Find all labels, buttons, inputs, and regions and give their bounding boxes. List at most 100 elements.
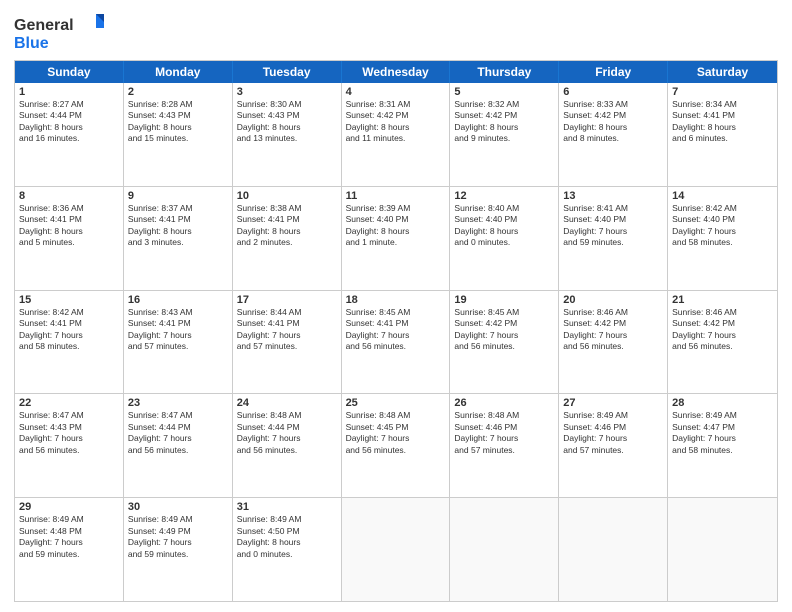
cell-line: Sunset: 4:41 PM <box>672 110 773 121</box>
cell-line: Sunrise: 8:40 AM <box>454 203 554 214</box>
day-number: 31 <box>237 501 337 513</box>
cell-line: Sunrise: 8:31 AM <box>346 99 446 110</box>
cell-line: and 58 minutes. <box>19 341 119 352</box>
cell-line: and 56 minutes. <box>128 445 228 456</box>
cell-line: Daylight: 8 hours <box>19 122 119 133</box>
cell-line: Daylight: 7 hours <box>672 226 773 237</box>
cell-line: Daylight: 7 hours <box>563 433 663 444</box>
header-day-sunday: Sunday <box>15 61 124 83</box>
cell-line: Sunrise: 8:34 AM <box>672 99 773 110</box>
day-number: 19 <box>454 294 554 306</box>
day-cell-21: 21Sunrise: 8:46 AMSunset: 4:42 PMDayligh… <box>668 291 777 394</box>
header-day-monday: Monday <box>124 61 233 83</box>
svg-text:Blue: Blue <box>14 35 49 52</box>
cell-line: and 56 minutes. <box>19 445 119 456</box>
cell-line: Sunset: 4:42 PM <box>454 110 554 121</box>
day-number: 26 <box>454 397 554 409</box>
day-cell-19: 19Sunrise: 8:45 AMSunset: 4:42 PMDayligh… <box>450 291 559 394</box>
day-number: 28 <box>672 397 773 409</box>
day-number: 9 <box>128 190 228 202</box>
cell-line: and 57 minutes. <box>563 445 663 456</box>
cell-line: and 57 minutes. <box>454 445 554 456</box>
cell-line: Sunrise: 8:49 AM <box>563 410 663 421</box>
svg-text:General: General <box>14 17 74 34</box>
day-number: 10 <box>237 190 337 202</box>
day-number: 6 <box>563 86 663 98</box>
cell-line: Sunrise: 8:30 AM <box>237 99 337 110</box>
empty-cell <box>559 498 668 601</box>
day-cell-8: 8Sunrise: 8:36 AMSunset: 4:41 PMDaylight… <box>15 187 124 290</box>
day-cell-23: 23Sunrise: 8:47 AMSunset: 4:44 PMDayligh… <box>124 394 233 497</box>
day-number: 21 <box>672 294 773 306</box>
cell-line: Sunset: 4:44 PM <box>237 422 337 433</box>
cell-line: Daylight: 8 hours <box>454 226 554 237</box>
day-cell-1: 1Sunrise: 8:27 AMSunset: 4:44 PMDaylight… <box>15 83 124 186</box>
cell-line: Sunrise: 8:28 AM <box>128 99 228 110</box>
cell-line: Sunset: 4:46 PM <box>563 422 663 433</box>
day-number: 17 <box>237 294 337 306</box>
cell-line: Sunrise: 8:48 AM <box>346 410 446 421</box>
cell-line: Daylight: 8 hours <box>237 122 337 133</box>
cell-line: Sunrise: 8:49 AM <box>19 514 119 525</box>
cell-line: and 5 minutes. <box>19 237 119 248</box>
cell-line: Sunrise: 8:49 AM <box>128 514 228 525</box>
day-number: 7 <box>672 86 773 98</box>
cell-line: Daylight: 7 hours <box>346 433 446 444</box>
header-day-thursday: Thursday <box>450 61 559 83</box>
cell-line: Sunrise: 8:46 AM <box>563 307 663 318</box>
day-number: 24 <box>237 397 337 409</box>
cell-line: and 56 minutes. <box>346 445 446 456</box>
day-cell-18: 18Sunrise: 8:45 AMSunset: 4:41 PMDayligh… <box>342 291 451 394</box>
calendar-body: 1Sunrise: 8:27 AMSunset: 4:44 PMDaylight… <box>15 83 777 601</box>
week-row-2: 8Sunrise: 8:36 AMSunset: 4:41 PMDaylight… <box>15 187 777 291</box>
cell-line: and 13 minutes. <box>237 133 337 144</box>
cell-line: Daylight: 7 hours <box>672 330 773 341</box>
header-day-tuesday: Tuesday <box>233 61 342 83</box>
cell-line: and 57 minutes. <box>128 341 228 352</box>
day-cell-25: 25Sunrise: 8:48 AMSunset: 4:45 PMDayligh… <box>342 394 451 497</box>
cell-line: Sunset: 4:40 PM <box>563 214 663 225</box>
day-number: 30 <box>128 501 228 513</box>
day-number: 22 <box>19 397 119 409</box>
cell-line: and 11 minutes. <box>346 133 446 144</box>
cell-line: Sunrise: 8:47 AM <box>128 410 228 421</box>
week-row-1: 1Sunrise: 8:27 AMSunset: 4:44 PMDaylight… <box>15 83 777 187</box>
cell-line: and 56 minutes. <box>237 445 337 456</box>
day-number: 20 <box>563 294 663 306</box>
cell-line: Sunset: 4:40 PM <box>346 214 446 225</box>
cell-line: Sunrise: 8:44 AM <box>237 307 337 318</box>
cell-line: Daylight: 7 hours <box>237 330 337 341</box>
header-day-wednesday: Wednesday <box>342 61 451 83</box>
day-number: 4 <box>346 86 446 98</box>
cell-line: and 59 minutes. <box>563 237 663 248</box>
cell-line: Daylight: 7 hours <box>19 537 119 548</box>
day-number: 23 <box>128 397 228 409</box>
cell-line: Daylight: 8 hours <box>672 122 773 133</box>
cell-line: and 56 minutes. <box>346 341 446 352</box>
cell-line: and 1 minute. <box>346 237 446 248</box>
cell-line: and 0 minutes. <box>237 549 337 560</box>
cell-line: Daylight: 8 hours <box>19 226 119 237</box>
cell-line: Sunrise: 8:43 AM <box>128 307 228 318</box>
cell-line: Sunrise: 8:42 AM <box>19 307 119 318</box>
cell-line: Sunset: 4:41 PM <box>128 214 228 225</box>
cell-line: Sunset: 4:44 PM <box>128 422 228 433</box>
day-cell-24: 24Sunrise: 8:48 AMSunset: 4:44 PMDayligh… <box>233 394 342 497</box>
cell-line: Sunset: 4:42 PM <box>672 318 773 329</box>
cell-line: Sunset: 4:41 PM <box>237 214 337 225</box>
empty-cell <box>668 498 777 601</box>
cell-line: Sunrise: 8:37 AM <box>128 203 228 214</box>
calendar: SundayMondayTuesdayWednesdayThursdayFrid… <box>14 60 778 602</box>
cell-line: Daylight: 8 hours <box>237 226 337 237</box>
logo: General Blue <box>14 10 104 54</box>
cell-line: Sunrise: 8:46 AM <box>672 307 773 318</box>
day-number: 3 <box>237 86 337 98</box>
cell-line: Daylight: 7 hours <box>563 226 663 237</box>
cell-line: Sunrise: 8:45 AM <box>454 307 554 318</box>
cell-line: Sunset: 4:41 PM <box>19 214 119 225</box>
day-cell-10: 10Sunrise: 8:38 AMSunset: 4:41 PMDayligh… <box>233 187 342 290</box>
header-day-friday: Friday <box>559 61 668 83</box>
cell-line: Daylight: 7 hours <box>237 433 337 444</box>
day-number: 5 <box>454 86 554 98</box>
cell-line: Sunrise: 8:48 AM <box>454 410 554 421</box>
